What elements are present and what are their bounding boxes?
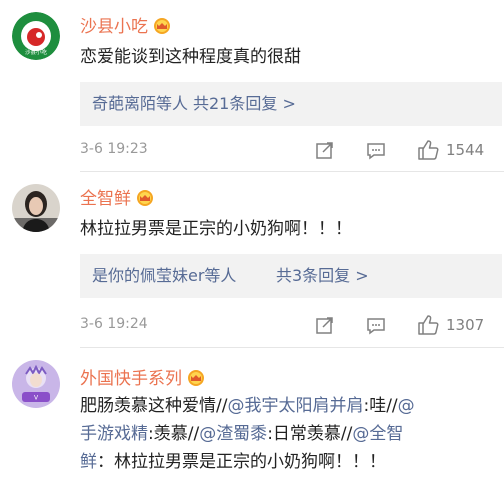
username-text[interactable]: 沙县小吃 xyxy=(80,17,148,37)
comment-item: 全智鲜 林拉拉男票是正宗的小奶狗啊！！！ 是你的佩莹妹er等人 共3条回复 > … xyxy=(0,172,504,348)
comment-item: 沙县小吃 沙县小吃 恋爱能谈到这种程度真的很甜 奇葩离陌等人 共21条回复 > … xyxy=(0,0,504,172)
like-count: 1307 xyxy=(446,316,485,334)
svg-text:沙县小吃: 沙县小吃 xyxy=(25,48,48,56)
text-line: 手游戏精:羡慕//@渣蜀黍:日常羡慕//@全智 xyxy=(80,424,404,444)
reply-users[interactable]: 是你的佩莹妹er等人 xyxy=(92,254,236,298)
comment-icon[interactable] xyxy=(365,314,387,340)
share-icon[interactable] xyxy=(314,314,336,340)
reply-count[interactable]: 共21条回复 > xyxy=(193,82,296,126)
comment-text: 林拉拉男票是正宗的小奶狗啊！！！ xyxy=(80,219,352,239)
avatar[interactable] xyxy=(12,184,60,232)
reply-summary[interactable]: 奇葩离陌等人 共21条回复 > xyxy=(80,82,502,126)
avatar[interactable]: Ⅴ xyxy=(12,360,60,408)
crown-badge-icon xyxy=(134,187,156,212)
username[interactable]: 沙县小吃 xyxy=(80,12,173,40)
mention-link[interactable]: @渣蜀黍 xyxy=(199,424,267,444)
username-text[interactable]: 外国快手系列 xyxy=(80,369,182,389)
text-line: 肥肠羡慕这种爱情//@我宇太阳肩并肩:哇//@ xyxy=(80,396,415,416)
text-line: 鲜：林拉拉男票是正宗的小奶狗啊！！！ xyxy=(80,452,386,472)
comment-item: Ⅴ 外国快手系列 肥肠羡慕这种爱情//@我宇太阳肩并肩:哇//@ 手游戏精:羡慕… xyxy=(0,348,504,480)
mention-link[interactable]: @ xyxy=(398,396,415,416)
like-icon[interactable] xyxy=(416,138,440,166)
like-icon[interactable] xyxy=(416,313,440,341)
crown-badge-icon xyxy=(151,15,173,40)
share-icon[interactable] xyxy=(314,139,336,165)
mention-link[interactable]: 手游戏精 xyxy=(80,424,148,444)
reply-summary[interactable]: 是你的佩莹妹er等人 共3条回复 > xyxy=(80,254,502,298)
username-text[interactable]: 全智鲜 xyxy=(80,189,131,209)
reply-count[interactable]: 共3条回复 > xyxy=(276,254,369,298)
timestamp: 3-6 19:23 xyxy=(80,141,148,157)
avatar[interactable]: 沙县小吃 xyxy=(12,12,60,60)
comment-icon[interactable] xyxy=(365,139,387,165)
like-count: 1544 xyxy=(446,141,485,159)
mention-link[interactable]: @我宇太阳肩并肩 xyxy=(227,396,363,416)
reply-users[interactable]: 奇葩离陌等人 xyxy=(92,82,188,126)
timestamp: 3-6 19:24 xyxy=(80,316,148,332)
comment-text: 肥肠羡慕这种爱情//@我宇太阳肩并肩:哇//@ 手游戏精:羡慕//@渣蜀黍:日常… xyxy=(80,392,415,476)
comment-text: 恋爱能谈到这种程度真的很甜 xyxy=(80,47,301,67)
crown-badge-icon xyxy=(185,367,207,392)
username[interactable]: 外国快手系列 xyxy=(80,364,207,392)
mention-link[interactable]: 鲜 xyxy=(80,452,97,472)
mention-link[interactable]: @全智 xyxy=(352,424,403,444)
username[interactable]: 全智鲜 xyxy=(80,184,156,212)
